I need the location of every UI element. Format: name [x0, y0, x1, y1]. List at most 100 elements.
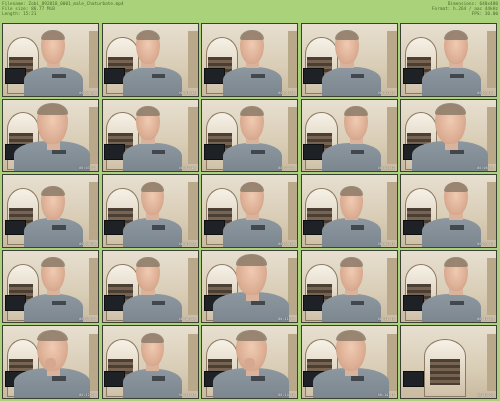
thumbnail-logo [450, 300, 464, 306]
thumbnail-monitor [203, 68, 225, 85]
frame-timestamp: 00:07:23 [178, 241, 196, 246]
frame-timestamp: 00:01:50 [278, 90, 295, 95]
thumbnail-monitor [104, 143, 126, 160]
thumbnail-torso [23, 66, 83, 96]
thumbnail-hair [135, 257, 160, 268]
thumbnail-door [287, 31, 297, 89]
video-thumbnail: 00:03:41 [2, 98, 99, 173]
thumbnail-door [188, 31, 198, 89]
thumbnail-hair [443, 30, 468, 41]
thumbnail-door [387, 31, 397, 89]
thumbnail-torso [421, 218, 481, 247]
thumbnail-monitor [4, 219, 26, 236]
thumbnail-door [88, 182, 98, 240]
thumbnail-shelf [429, 359, 460, 386]
thumbnail-hair [334, 30, 359, 41]
thumbnail-monitor [303, 143, 325, 160]
video-thumbnail: 00:10:28 [101, 249, 199, 324]
thumbnail-monitor [104, 370, 126, 387]
thumbnail-monitor [402, 370, 424, 387]
thumbnail-monitor [402, 219, 424, 236]
frame-timestamp: 00:14:47 [377, 392, 395, 397]
thumbnail-door [486, 31, 496, 89]
video-thumbnail: 00:09:14 [400, 174, 497, 248]
thumbnail-hair [135, 30, 160, 41]
thumbnail-torso [322, 293, 382, 323]
video-thumbnail: 00:13:33 [101, 325, 199, 399]
thumbnail-monitor [203, 219, 225, 236]
thumbnail-logo [350, 300, 365, 306]
thumbnail-door [486, 182, 496, 240]
video-thumbnail: 00:15:20 [400, 325, 497, 399]
frame-timestamp: 00:05:32 [377, 166, 395, 171]
thumbnail-door [387, 106, 397, 165]
frame-timestamp: 00:08:37 [377, 241, 395, 246]
thumbnail-door [188, 333, 198, 391]
thumbnail-logo [350, 376, 365, 381]
thumbnail-hair [41, 257, 65, 268]
header-left-info: Filename: Zobi_892018_0001_male_Chaturba… [2, 2, 124, 17]
sheet-header: Filename: Zobi_892018_0001_male_Chaturba… [0, 0, 500, 22]
thumbnail-hair [435, 103, 466, 115]
frame-timestamp: 00:11:05 [278, 317, 295, 322]
frame-timestamp: 00:12:19 [477, 317, 494, 322]
video-thumbnail: 00:04:18 [101, 98, 199, 173]
video-thumbnail: 00:12:56 [2, 325, 99, 399]
thumbnail-monitor [203, 143, 225, 160]
video-thumbnail: 00:14:47 [300, 325, 398, 399]
thumbnail-monitor [104, 68, 126, 85]
thumbnail-hair [240, 106, 264, 117]
thumbnail-logo [350, 225, 365, 230]
video-thumbnail: 00:05:32 [300, 98, 398, 173]
video-thumbnail: 00:14:10 [201, 325, 298, 399]
thumbnail-torso [123, 369, 183, 398]
frame-timestamp: 00:06:46 [79, 241, 96, 246]
thumbnail-monitor [402, 68, 424, 85]
video-thumbnail: 00:02:27 [300, 23, 398, 97]
frame-timestamp: 00:03:41 [79, 166, 96, 171]
thumbnail-torso [23, 293, 83, 323]
thumbnail-torso [421, 66, 481, 96]
video-thumbnail: 00:08:37 [300, 174, 398, 248]
video-thumbnail: 00:11:05 [201, 249, 298, 324]
thumbnail-monitor [402, 295, 424, 311]
thumbnail-torso [222, 142, 282, 172]
frame-timestamp: 00:08:00 [278, 241, 295, 246]
thumbnail-door [287, 106, 297, 165]
thumbnail-logo [350, 149, 365, 154]
thumbnail-hair [135, 106, 160, 117]
thumbnail-hand [44, 357, 57, 370]
thumbnail-door [188, 257, 198, 316]
thumbnail-monitor [303, 219, 325, 236]
thumbnail-torso [322, 142, 382, 172]
thumbnail-torso [421, 293, 481, 323]
frame-timestamp: 00:04:18 [178, 166, 196, 171]
video-thumbnail: 00:11:42 [300, 249, 398, 324]
thumbnail-torso [123, 218, 183, 247]
frame-timestamp: 00:13:33 [178, 392, 196, 397]
video-thumbnail: 00:03:04 [400, 23, 497, 97]
thumbnail-monitor [303, 295, 325, 311]
thumbnail-torso [123, 66, 183, 96]
frame-timestamp: 00:11:42 [377, 317, 395, 322]
thumbnail-door [88, 31, 98, 89]
thumbnail-hair [240, 30, 264, 41]
thumbnail-logo [52, 225, 66, 230]
video-thumbnail: 00:09:51 [2, 249, 99, 324]
thumbnail-door [486, 333, 496, 391]
thumbnail-logo [251, 74, 265, 79]
thumbnail-monitor [104, 219, 126, 236]
thumbnail-torso [322, 218, 382, 247]
thumbnail-door [188, 106, 198, 165]
thumbnail-hair [443, 257, 468, 268]
frame-timestamp: 00:10:28 [178, 317, 196, 322]
thumbnail-hair [41, 30, 65, 41]
video-thumbnail: 00:06:09 [400, 98, 497, 173]
frame-timestamp: 00:09:51 [79, 317, 96, 322]
thumbnail-hair [37, 103, 68, 115]
thumbnail-hair [41, 185, 65, 196]
thumbnail-logo [450, 225, 464, 230]
video-thumbnail: 00:06:46 [2, 174, 99, 248]
thumbnail-logo [151, 300, 166, 306]
video-thumbnail: 00:01:13 [101, 23, 199, 97]
